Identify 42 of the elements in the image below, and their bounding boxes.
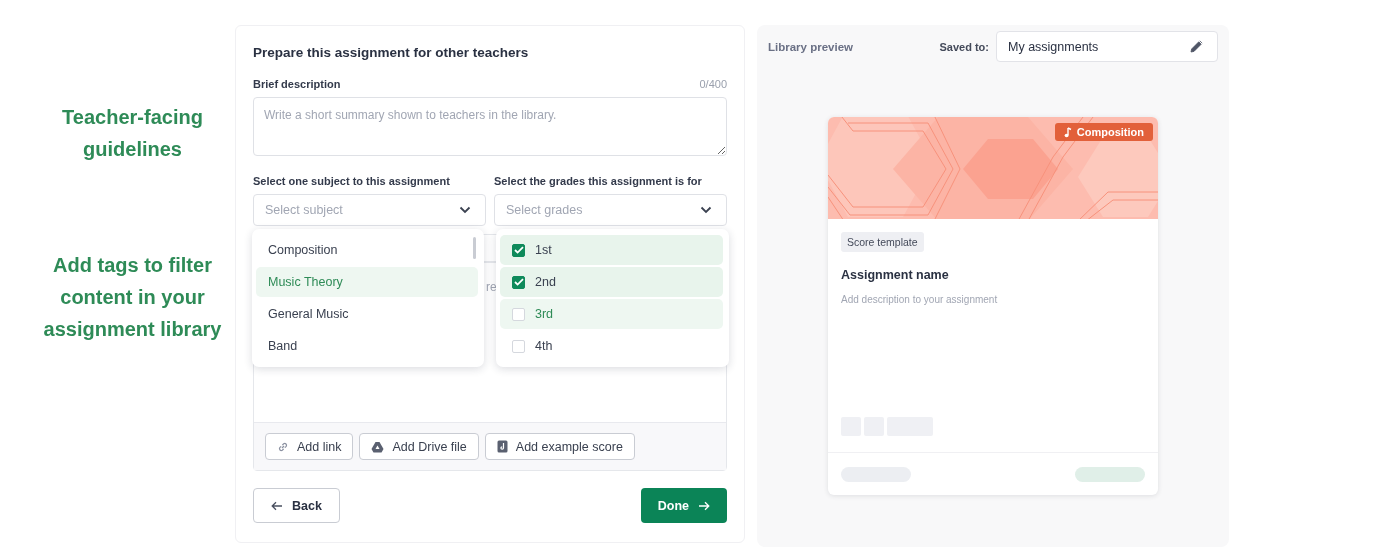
field-label: Brief description [253, 78, 341, 90]
grade-option[interactable]: 4th [500, 331, 723, 361]
grade-option[interactable]: 1st [500, 235, 723, 265]
chevron-down-icon [700, 206, 712, 214]
checkbox[interactable] [512, 275, 525, 289]
attach-button[interactable]: Add example score [484, 433, 635, 460]
section-label: Teacher-facing guidelines [61, 105, 204, 162]
field-label: Select the grades this assignment is for [494, 175, 703, 187]
placeholder-text: re [486, 280, 497, 294]
attach-button[interactable]: Add link [265, 433, 354, 460]
document-icon [496, 440, 508, 453]
panel-title: Library preview [768, 40, 854, 53]
back-button[interactable]: Back [253, 488, 340, 523]
section-label: Add tags to filter content in your assignment library [42, 253, 223, 342]
field-label: Saved to: [939, 40, 989, 53]
folder-field[interactable]: My assignments [996, 31, 1218, 62]
subject-option[interactable]: General Music [256, 299, 478, 329]
grade-option[interactable]: 3rd [500, 299, 723, 329]
character-counter: 0/400 [699, 78, 727, 90]
subject-option[interactable]: Band [256, 331, 478, 361]
template-tag: Score template [841, 232, 924, 252]
assignment-description: Add description to your assignment [841, 294, 998, 305]
assignment-name: Assignment name [841, 268, 949, 282]
attach-button[interactable]: Add Drive file [359, 433, 479, 460]
arrow-right-icon [698, 500, 710, 511]
music-note-icon [1063, 126, 1072, 138]
link-icon [277, 440, 289, 453]
subject-option[interactable]: Music Theory [256, 267, 478, 297]
description-field[interactable]: Write a short summary shown to teachers in the library. [253, 97, 727, 156]
field-label: Select one subject to this assignment [253, 175, 451, 187]
done-button[interactable]: Done [640, 488, 727, 523]
checkbox[interactable] [512, 243, 525, 257]
skeleton-pill [1075, 466, 1145, 482]
subject-option[interactable]: Composition [256, 235, 478, 265]
grade-option[interactable]: 2nd [500, 267, 723, 297]
subject-badge: Composition [1054, 123, 1153, 141]
triangle-icon [371, 440, 385, 453]
scrollbar[interactable] [473, 237, 476, 259]
chevron-down-icon [459, 206, 471, 214]
pencil-icon [1190, 40, 1203, 53]
form-title: Prepare this assignment for other teachers [253, 45, 530, 60]
arrow-left-icon [271, 500, 283, 511]
